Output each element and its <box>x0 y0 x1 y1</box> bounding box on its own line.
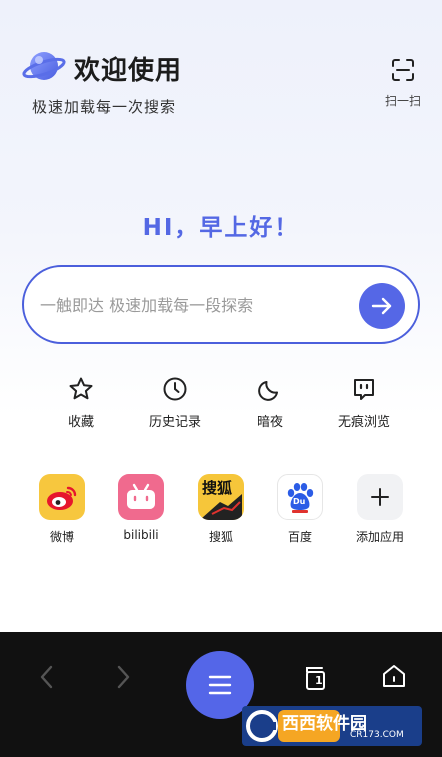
sohu-icon-text: 搜狐 <box>202 479 233 497</box>
home-icon[interactable] <box>380 662 408 690</box>
quick-label: 历史记录 <box>148 415 201 430</box>
search-bar[interactable] <box>22 265 420 344</box>
watermark: 西西软件园 CR173.COM <box>242 706 422 746</box>
ghost-icon <box>354 379 374 400</box>
scan-label: 扫一扫 <box>384 94 421 108</box>
search-input[interactable] <box>40 289 360 321</box>
quick-favorites[interactable]: 收藏 <box>36 376 126 430</box>
watermark-url: CR173.COM <box>350 730 404 740</box>
app-add[interactable]: 添加应用 <box>340 474 420 545</box>
arrow-right-icon <box>371 297 392 315</box>
forward-arrow-icon[interactable] <box>112 664 134 690</box>
tab-count: 1 <box>315 674 323 687</box>
app-label: 百度 <box>287 530 312 544</box>
app-sohu[interactable]: 搜狐 搜狐 <box>181 474 261 545</box>
header: 欢迎使用 极速加载每一次搜索 扫一扫 <box>0 0 442 140</box>
quick-label: 无痕浏览 <box>337 415 390 430</box>
tabs-button[interactable]: 1 <box>302 664 330 692</box>
tagline: 极速加载每一次搜索 <box>32 98 177 116</box>
quick-dark-mode[interactable]: 暗夜 <box>225 376 315 430</box>
planet-logo-icon <box>22 52 66 80</box>
quick-label: 收藏 <box>67 415 94 430</box>
welcome-title: 欢迎使用 <box>74 56 183 86</box>
moon-icon <box>258 381 278 401</box>
search-go-button[interactable] <box>359 283 405 329</box>
app-label: 添加应用 <box>355 530 404 544</box>
app-label: bilibili <box>123 528 159 542</box>
scan-button[interactable]: 扫一扫 <box>378 58 428 116</box>
app-baidu[interactable]: Du 百度 <box>260 474 340 545</box>
sohu-icon: 搜狐 <box>198 474 244 520</box>
greeting-text: HI，早上好！ <box>142 215 300 241</box>
bilibili-icon <box>118 474 164 520</box>
baidu-icon: Du <box>277 474 323 520</box>
app-label: 微博 <box>49 530 74 544</box>
app-bilibili[interactable]: bilibili <box>101 474 181 542</box>
weibo-icon <box>39 474 85 520</box>
quick-history[interactable]: 历史记录 <box>130 376 220 430</box>
scan-icon <box>392 59 414 81</box>
app-weibo[interactable]: 微博 <box>22 474 102 545</box>
star-icon <box>69 377 93 400</box>
baidu-icon-text: Du <box>293 497 306 506</box>
clock-icon <box>163 377 187 401</box>
back-arrow-icon[interactable] <box>36 664 58 690</box>
quick-label: 暗夜 <box>256 415 283 430</box>
plus-icon <box>371 488 389 506</box>
add-app-tile <box>357 474 403 520</box>
quick-actions: 收藏 历史记录 暗夜 无痕浏览 <box>0 376 442 436</box>
app-label: 搜狐 <box>208 530 233 544</box>
menu-icon <box>208 675 232 695</box>
quick-incognito[interactable]: 无痕浏览 <box>319 376 409 430</box>
app-shortcuts: 微博 bilibili 搜狐 搜狐 Du 百度 添加应用 <box>0 474 442 554</box>
